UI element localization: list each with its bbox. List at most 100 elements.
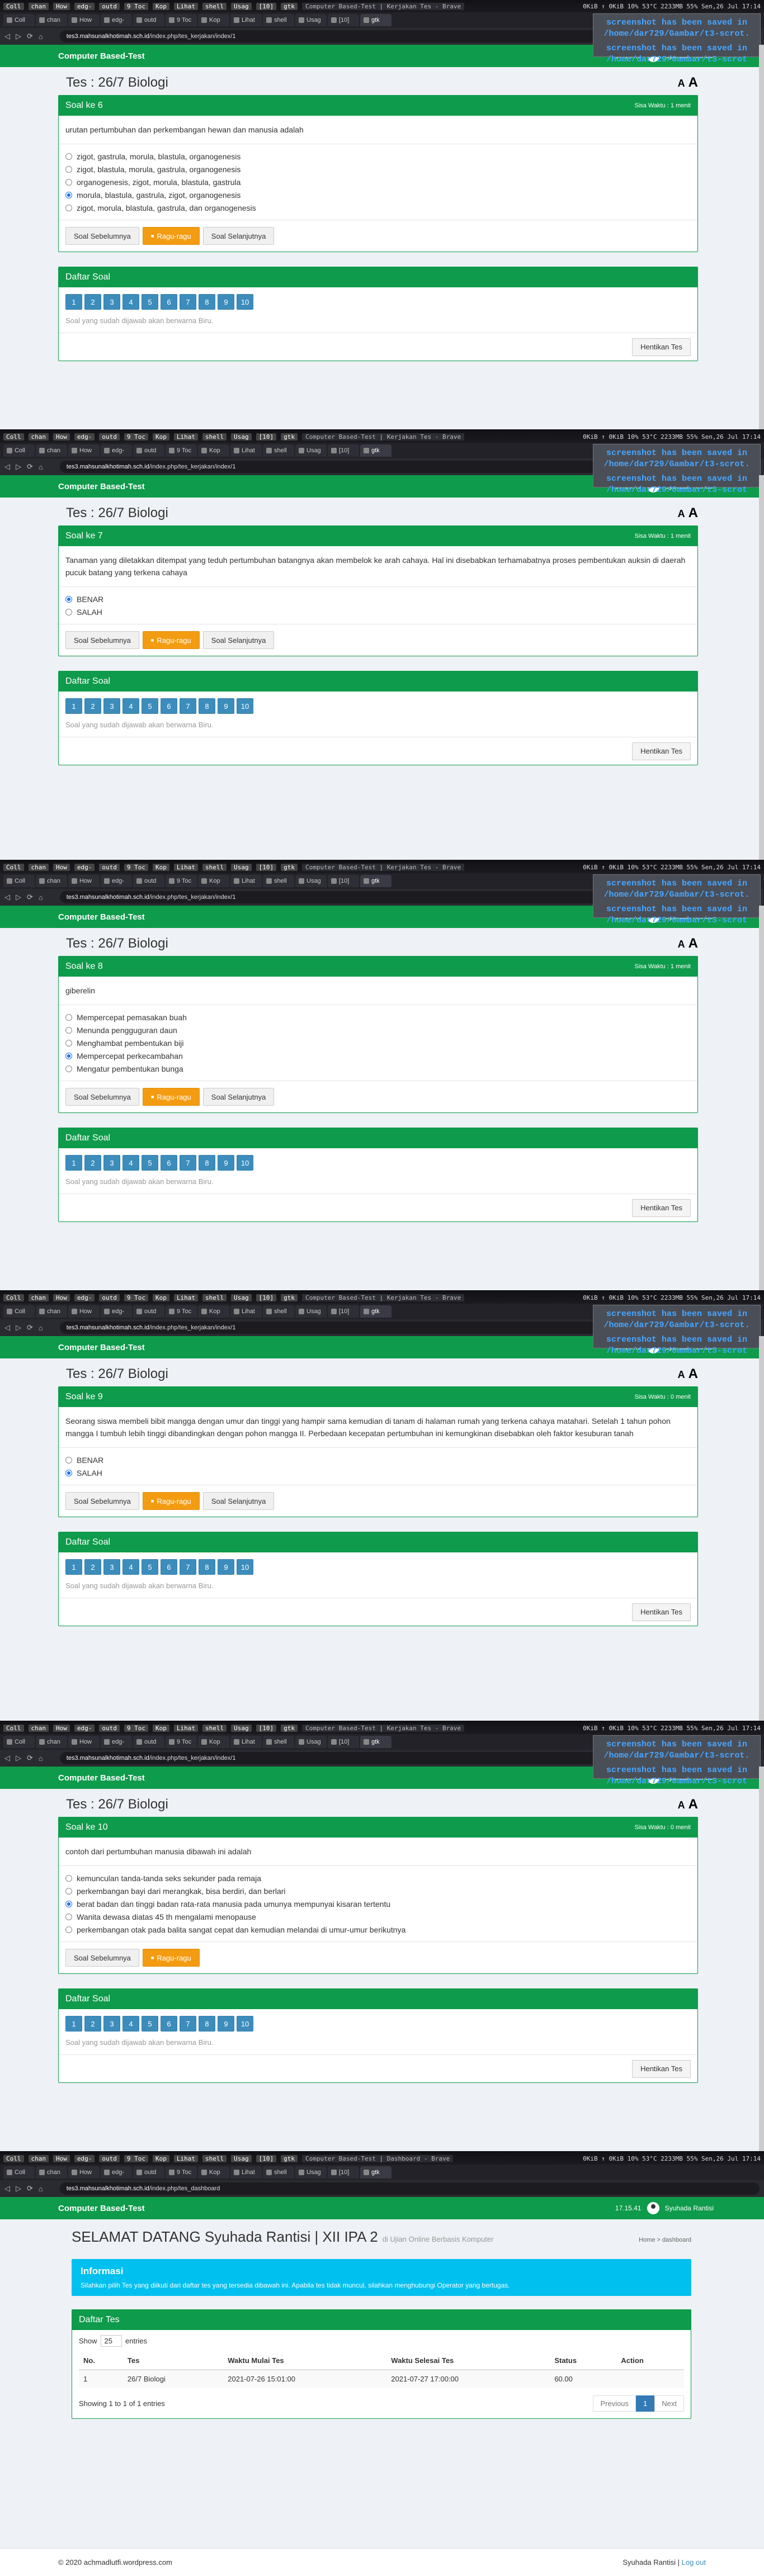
workspace-tag[interactable]: gtk (281, 2154, 298, 2162)
workspace-tag[interactable]: chan (28, 1294, 49, 1301)
browser-tab[interactable]: gtk (360, 1736, 392, 1748)
question-number-button[interactable]: 4 (122, 1559, 139, 1575)
next-page-button[interactable]: Next (654, 2395, 684, 2412)
workspace-tag[interactable]: shell (202, 863, 227, 871)
answer-option[interactable]: zigot, blastula, morula, gastrula, organ… (65, 163, 691, 176)
question-number-button[interactable]: 2 (84, 1155, 101, 1171)
answer-option[interactable]: morula, blastula, gastrula, zigot, organ… (65, 188, 691, 201)
answer-option[interactable]: kemunculan tanda-tanda seks sekunder pad… (65, 1872, 691, 1884)
workspace-tag[interactable]: edg- (74, 1724, 95, 1732)
column-header[interactable]: Status (550, 2352, 617, 2370)
browser-tab[interactable]: Kop (198, 1736, 229, 1748)
answer-radio[interactable] (65, 595, 72, 603)
workspace-tag[interactable]: Lihat (173, 2, 198, 10)
reload-icon[interactable]: ⟳ (27, 893, 33, 902)
browser-tab[interactable]: Coll (3, 14, 35, 26)
workspace-tag[interactable]: Coll (3, 1724, 24, 1732)
forward-icon[interactable]: ▷ (16, 1323, 21, 1332)
browser-tab[interactable]: Kop (198, 14, 229, 26)
workspace-tag[interactable]: Usag (231, 2, 252, 10)
workspace-tag[interactable]: outd (99, 2, 120, 10)
question-number-button[interactable]: 5 (142, 294, 158, 310)
stop-test-button[interactable]: Hentikan Tes (632, 1199, 691, 1217)
workspace-tag[interactable]: chan (28, 2, 49, 10)
question-number-button[interactable]: 2 (84, 2016, 101, 2032)
question-number-button[interactable]: 4 (122, 2016, 139, 2032)
workspace-tag[interactable]: Usag (231, 2154, 252, 2162)
browser-tab[interactable]: Usag (295, 1736, 327, 1748)
stop-test-button[interactable]: Hentikan Tes (632, 742, 691, 760)
browser-tab[interactable]: shell (263, 444, 294, 457)
doubt-button[interactable]: Ragu-ragu (142, 1088, 200, 1106)
workspace-tag[interactable]: outd (99, 863, 120, 871)
browser-tab[interactable]: 9 Toc (166, 1305, 197, 1318)
home-icon[interactable]: ⌂ (39, 2185, 43, 2193)
answer-radio[interactable] (65, 1913, 72, 1920)
answer-radio[interactable] (65, 1052, 72, 1059)
answer-radio[interactable] (65, 153, 72, 160)
reload-icon[interactable]: ⟳ (27, 462, 33, 471)
browser-tab[interactable]: How (68, 14, 100, 26)
answer-option[interactable]: SALAH (65, 1466, 691, 1479)
workspace-tag[interactable]: Kop (153, 2, 169, 10)
question-number-button[interactable]: 8 (199, 1155, 215, 1171)
workspace-tag[interactable]: outd (99, 2154, 120, 2162)
browser-tab[interactable]: Coll (3, 2166, 35, 2179)
workspace-tag[interactable]: shell (202, 2154, 227, 2162)
question-number-button[interactable]: 3 (103, 698, 120, 714)
workspace-tag[interactable]: Lihat (173, 863, 198, 871)
question-number-button[interactable]: 10 (237, 1155, 253, 1171)
answer-radio[interactable] (65, 1874, 72, 1882)
user-name[interactable]: Syuhada Rantisi (665, 2204, 714, 2212)
workspace-tag[interactable]: [10] (256, 2154, 277, 2162)
browser-tab[interactable]: edg- (101, 1736, 132, 1748)
back-icon[interactable]: ◁ (4, 32, 10, 41)
workspace-tag[interactable]: 9 Toc (124, 2154, 148, 2162)
workspace-tag[interactable]: gtk (281, 1724, 298, 1732)
browser-tab[interactable]: shell (263, 14, 294, 26)
workspace-tag[interactable]: 9 Toc (124, 433, 148, 441)
answer-radio[interactable] (65, 165, 72, 173)
workspace-tag[interactable]: edg- (74, 2154, 95, 2162)
question-number-button[interactable]: 1 (65, 1559, 82, 1575)
workspace-tag[interactable]: Coll (3, 2154, 24, 2162)
home-icon[interactable]: ⌂ (39, 1324, 43, 1332)
workspace-tag[interactable]: Kop (153, 863, 169, 871)
answer-option[interactable]: berat badan dan tinggi badan rata-rata m… (65, 1897, 691, 1910)
workspace-tag[interactable]: [10] (256, 863, 277, 871)
question-number-button[interactable]: 9 (218, 294, 234, 310)
forward-icon[interactable]: ▷ (16, 1754, 21, 1763)
browser-tab[interactable]: Lihat (230, 875, 262, 887)
workspace-tag[interactable]: How (53, 2154, 70, 2162)
workspace-tag[interactable]: shell (202, 1724, 227, 1732)
question-number-button[interactable]: 6 (161, 1155, 177, 1171)
browser-tab[interactable]: outd (133, 2166, 164, 2179)
question-number-button[interactable]: 7 (180, 294, 196, 310)
browser-tab[interactable]: gtk (360, 1305, 392, 1318)
forward-icon[interactable]: ▷ (16, 32, 21, 41)
font-bigger-button[interactable]: A (688, 936, 698, 951)
answer-radio[interactable] (65, 1926, 72, 1933)
question-number-button[interactable]: 1 (65, 698, 82, 714)
question-number-button[interactable]: 5 (142, 1559, 158, 1575)
question-number-button[interactable]: 7 (180, 2016, 196, 2032)
workspace-tag[interactable]: How (53, 1724, 70, 1732)
column-header[interactable]: Action (616, 2352, 684, 2370)
question-number-button[interactable]: 5 (142, 1155, 158, 1171)
page-scrollbar[interactable] (759, 906, 764, 1290)
column-header[interactable]: Waktu Mulai Tes (223, 2352, 387, 2370)
browser-tab[interactable]: shell (263, 875, 294, 887)
workspace-tag[interactable]: gtk (281, 863, 298, 871)
workspace-tag[interactable]: Lihat (173, 1294, 198, 1301)
address-bar[interactable]: tes3.mahsunalkhotimah.sch.id/index.php/t… (59, 2182, 760, 2195)
font-smaller-button[interactable]: A (678, 78, 685, 89)
browser-tab[interactable]: 9 Toc (166, 1736, 197, 1748)
stop-test-button[interactable]: Hentikan Tes (632, 338, 691, 356)
workspace-tag[interactable]: edg- (74, 433, 95, 441)
answer-option[interactable]: organogenesis, zigot, morula, blastula, … (65, 176, 691, 188)
workspace-tag[interactable]: chan (28, 2154, 49, 2162)
browser-tab[interactable]: gtk (360, 2166, 392, 2179)
answer-radio[interactable] (65, 191, 72, 198)
question-number-button[interactable]: 5 (142, 2016, 158, 2032)
answer-option[interactable]: Mempercepat perkecambahan (65, 1049, 691, 1062)
